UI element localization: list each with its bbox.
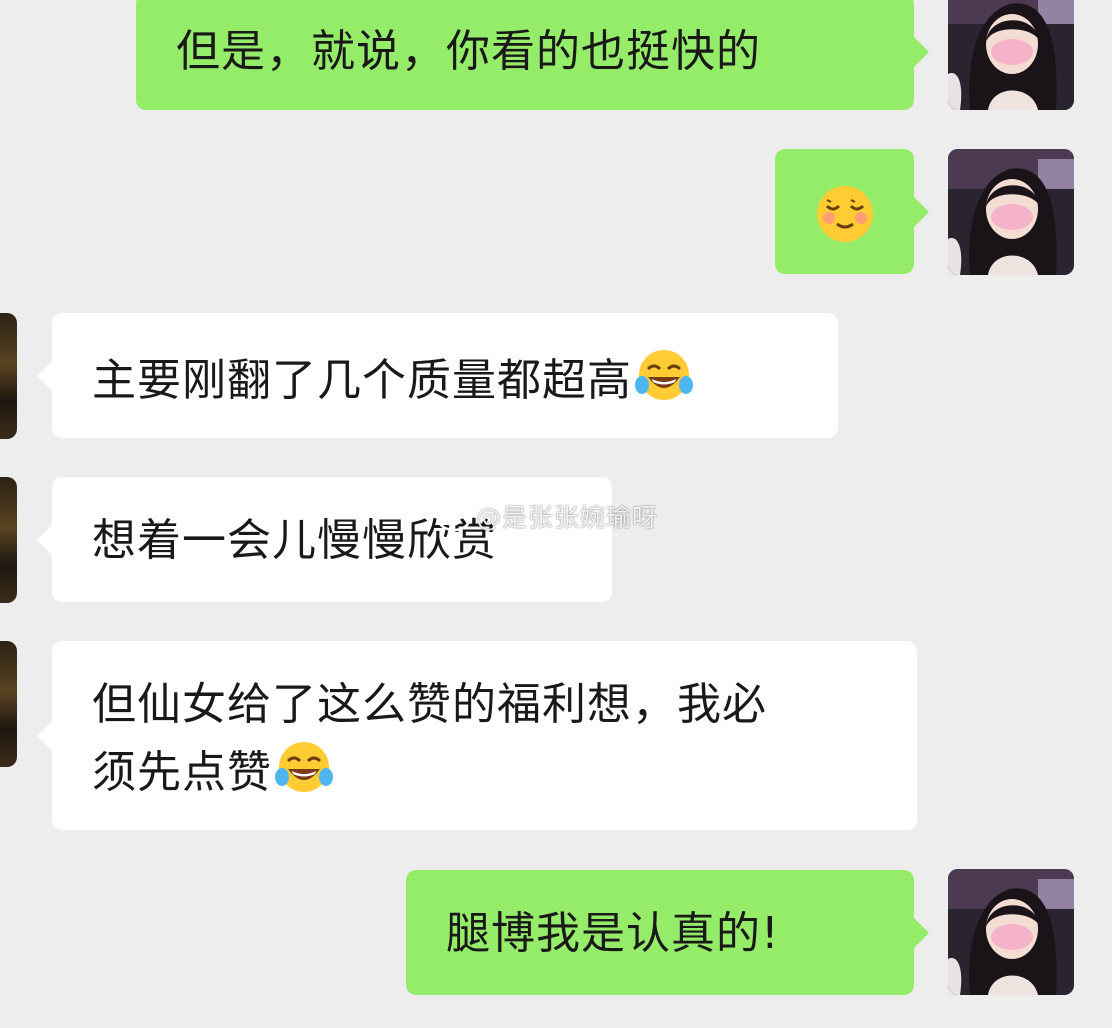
avatar[interactable]: [0, 641, 17, 767]
message-bubble-received[interactable]: 想着一会儿慢慢欣赏: [37, 477, 612, 602]
relieved-face-icon: [815, 184, 875, 244]
avatar[interactable]: [948, 0, 1074, 110]
message-text: 主要刚翻了几个质量都超高: [92, 355, 632, 406]
face-with-tears-of-joy-icon: [274, 737, 334, 797]
message-text: 腿博我是认真的!: [446, 908, 780, 959]
avatar[interactable]: [948, 149, 1074, 275]
message-bubble-sent[interactable]: [775, 149, 929, 274]
avatar[interactable]: [0, 477, 17, 603]
watermark-text: @是张张婉瑜呀: [476, 503, 659, 532]
avatar[interactable]: [948, 869, 1074, 995]
message-text: 但是，就说，你看的也挺快的: [176, 26, 761, 77]
weibo-logo-icon: [437, 504, 474, 532]
watermark: @是张张婉瑜呀: [436, 498, 658, 534]
message-text-line: 须先点赞: [92, 737, 917, 805]
message-bubble-sent[interactable]: 腿博我是认真的!: [406, 870, 929, 995]
message-text: 须先点赞: [92, 747, 272, 798]
message-bubble-received[interactable]: 主要刚翻了几个质量都超高: [37, 313, 838, 438]
message-bubble-received[interactable]: 但仙女给了这么赞的福利想，我必 须先点赞: [37, 641, 917, 830]
message-text-line: 但仙女给了这么赞的福利想，我必: [92, 679, 767, 730]
avatar[interactable]: [0, 313, 17, 439]
message-bubble-sent[interactable]: 但是，就说，你看的也挺快的: [136, 0, 929, 110]
face-with-tears-of-joy-icon: [634, 345, 694, 405]
